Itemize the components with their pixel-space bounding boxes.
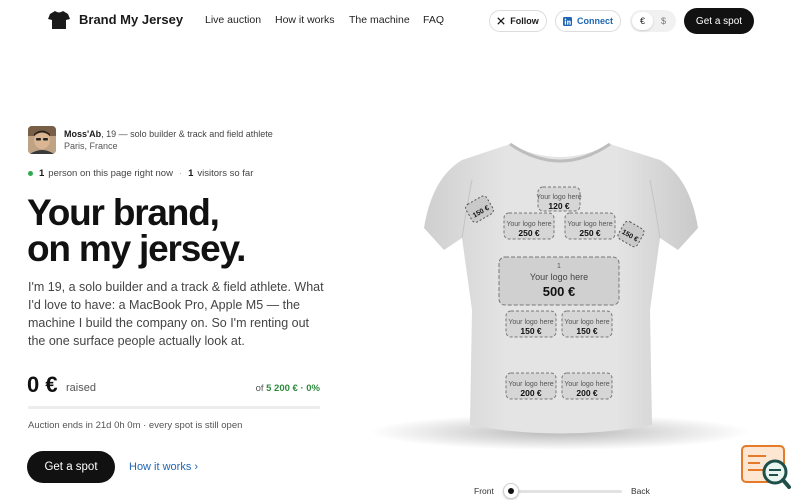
nav-faq[interactable]: FAQ bbox=[423, 14, 444, 26]
logo-slot-hem-left[interactable]: Your logo here 200 € bbox=[505, 372, 557, 400]
get-spot-header-button[interactable]: Get a spot bbox=[684, 8, 754, 34]
connect-linkedin-button[interactable]: Connect bbox=[555, 10, 621, 32]
slot-price: 250 € bbox=[518, 228, 540, 238]
visitors-count: 1 bbox=[188, 168, 194, 179]
profile-name: Moss'Ab bbox=[64, 129, 102, 139]
nav-the-machine[interactable]: The machine bbox=[349, 14, 410, 26]
visitors-label: visitors so far bbox=[197, 168, 254, 179]
logo-slot-abdomen-left[interactable]: Your logo here 150 € bbox=[505, 310, 557, 338]
headline-line-2: on my jersey. bbox=[27, 228, 246, 269]
slot-placeholder: Your logo here bbox=[567, 221, 612, 228]
follow-x-button[interactable]: Follow bbox=[489, 10, 547, 32]
view-back-label[interactable]: Back bbox=[631, 486, 650, 496]
logo-slot-main[interactable]: 1 Your logo here 500 € bbox=[498, 256, 620, 306]
slot-price: 150 € bbox=[576, 326, 598, 336]
view-slider-thumb[interactable] bbox=[503, 483, 519, 499]
hero-headline: Your brand, on my jersey. bbox=[27, 192, 327, 269]
site-header: Brand My Jersey Live auction How it work… bbox=[0, 0, 800, 42]
slot-placeholder: Your logo here bbox=[564, 381, 609, 388]
get-spot-button[interactable]: Get a spot bbox=[27, 451, 115, 483]
funding-progress-bar bbox=[28, 406, 320, 409]
view-slider-track[interactable] bbox=[505, 490, 622, 493]
jersey-logo-icon[interactable] bbox=[48, 10, 70, 30]
support-widget-icon[interactable] bbox=[740, 444, 792, 490]
slot-price: 200 € bbox=[520, 388, 542, 398]
goal-amount: 5 200 € · 0% bbox=[266, 383, 320, 394]
connect-label: Connect bbox=[577, 16, 613, 26]
slot-price: 500 € bbox=[543, 284, 576, 299]
logo-slot-chest-left[interactable]: Your logo here 250 € bbox=[503, 212, 555, 240]
raised-amount: 0 € bbox=[27, 372, 58, 397]
profile-bio: Moss'Ab, 19 — solo builder & track and f… bbox=[64, 129, 273, 139]
jersey-preview: Your logo here 120 € Your logo here 250 … bbox=[360, 100, 760, 460]
raised-label: raised bbox=[66, 382, 96, 394]
viewers-count: 1 bbox=[39, 168, 45, 179]
view-front-label[interactable]: Front bbox=[474, 486, 494, 496]
separator-dot: · bbox=[178, 168, 183, 179]
logo-slot-hem-right[interactable]: Your logo here 200 € bbox=[561, 372, 613, 400]
nav-how-it-works[interactable]: How it works bbox=[275, 14, 335, 26]
goal-prefix: of bbox=[255, 383, 267, 394]
slot-price: 200 € bbox=[576, 388, 598, 398]
auction-countdown: Auction ends in 21d 0h 0m · every spot i… bbox=[28, 420, 243, 431]
brand-name[interactable]: Brand My Jersey bbox=[79, 12, 183, 27]
how-it-works-link[interactable]: How it works › bbox=[129, 461, 198, 473]
headline-line-1: Your brand, bbox=[27, 192, 220, 233]
slot-price: 250 € bbox=[579, 228, 601, 238]
funding-goal: of 5 200 € · 0% bbox=[256, 383, 320, 394]
hero-description: I'm 19, a solo builder and a track & fie… bbox=[28, 280, 324, 348]
linkedin-icon bbox=[563, 16, 572, 26]
profile-location: Paris, France bbox=[64, 141, 118, 151]
slot-placeholder: Your logo here bbox=[530, 272, 588, 282]
logo-slot-abdomen-right[interactable]: Your logo here 150 € bbox=[561, 310, 613, 338]
presence-stats: 1 person on this page right now · 1 visi… bbox=[28, 168, 253, 179]
profile-bio-text: , 19 — solo builder & track and field at… bbox=[101, 129, 273, 139]
currency-usd[interactable]: $ bbox=[653, 12, 674, 30]
live-dot-icon bbox=[28, 171, 33, 176]
logo-slot-chest-right[interactable]: Your logo here 250 € bbox=[564, 212, 616, 240]
slot-placeholder: Your logo here bbox=[508, 319, 553, 326]
viewers-label: person on this page right now bbox=[48, 168, 173, 179]
slot-placeholder: Your logo here bbox=[536, 194, 581, 201]
logo-slot-chest-top[interactable]: Your logo here 120 € bbox=[536, 186, 582, 212]
slot-placeholder: Your logo here bbox=[506, 221, 551, 228]
slot-price: 150 € bbox=[520, 326, 542, 336]
currency-toggle[interactable]: € $ bbox=[630, 10, 676, 32]
slot-price: 120 € bbox=[548, 201, 570, 211]
slot-number: 1 bbox=[557, 263, 561, 270]
follow-label: Follow bbox=[510, 16, 539, 26]
avatar bbox=[28, 126, 56, 154]
currency-eur[interactable]: € bbox=[632, 12, 653, 30]
jersey-illustration: Your logo here 120 € Your logo here 250 … bbox=[370, 142, 750, 450]
nav-live-auction[interactable]: Live auction bbox=[205, 14, 261, 26]
slot-placeholder: Your logo here bbox=[564, 319, 609, 326]
avatar-image bbox=[28, 126, 56, 154]
slot-placeholder: Your logo here bbox=[508, 381, 553, 388]
x-logo-icon bbox=[497, 17, 505, 25]
